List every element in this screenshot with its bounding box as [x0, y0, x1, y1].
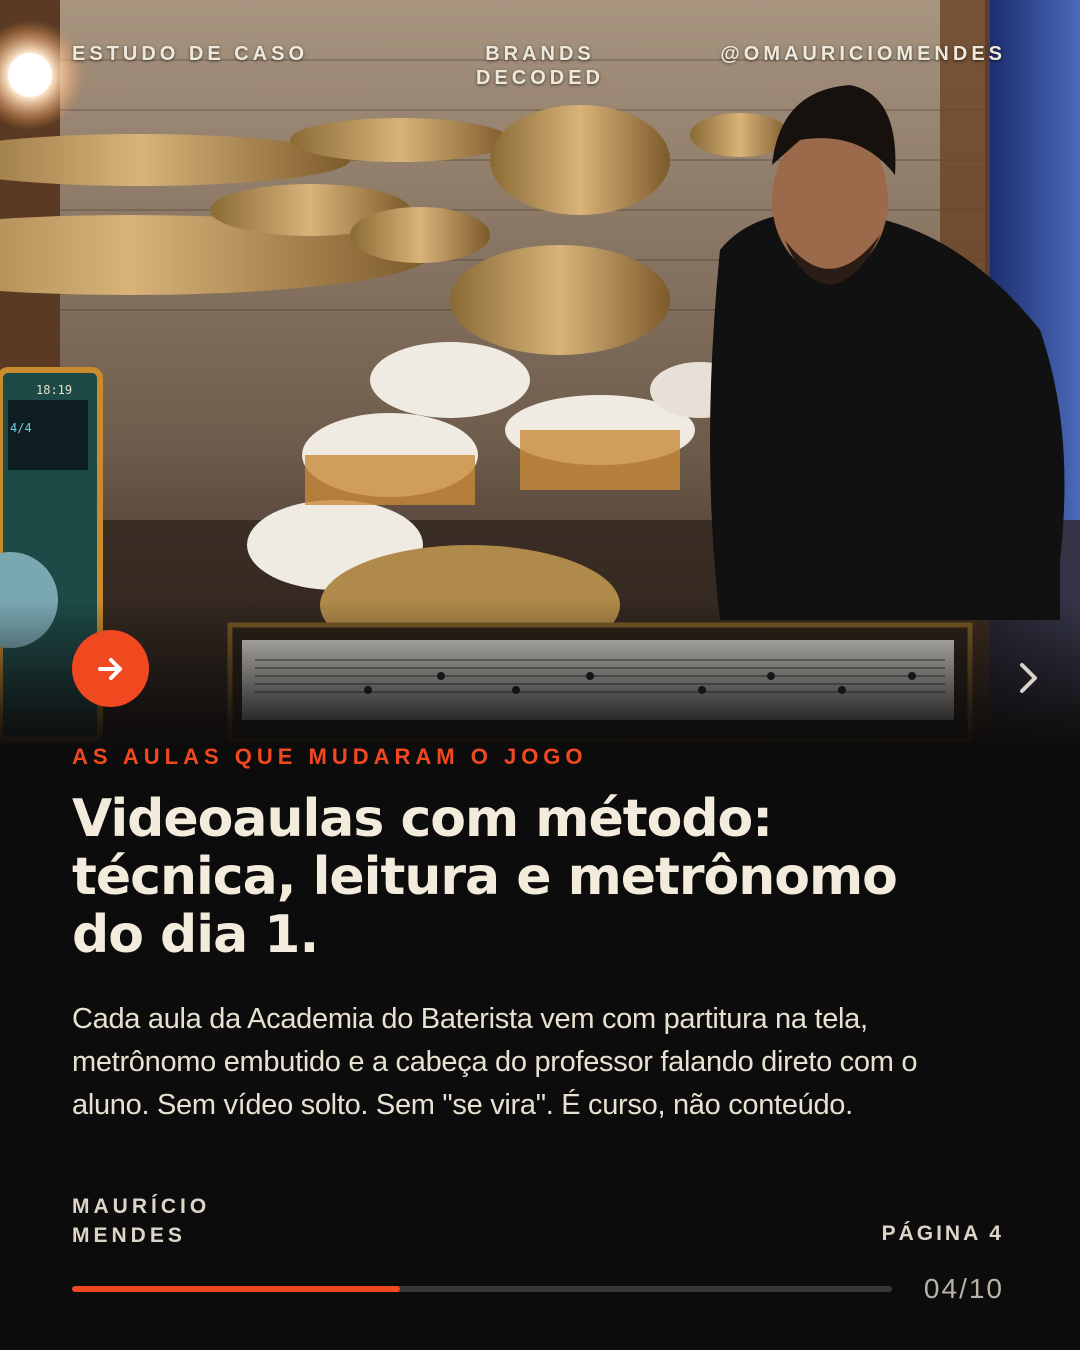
handle-label: @OMAURICIOMENDES — [720, 43, 1006, 65]
brand-title-line1: BRANDS — [485, 43, 595, 65]
body-paragraph: Cada aula da Academia do Baterista vem c… — [72, 1003, 918, 1121]
next-button[interactable] — [72, 630, 149, 707]
case-study-label: ESTUDO DE CASO — [72, 43, 309, 65]
chevron-right-icon — [1020, 663, 1037, 693]
page-counter: 04/10 — [923, 1273, 1004, 1304]
author-last-name: MENDES — [72, 1224, 186, 1247]
page-label: PÁGINA 4 — [881, 1222, 1004, 1245]
arrow-right-icon — [97, 657, 122, 680]
author-first-name: MAURÍCIO — [72, 1195, 211, 1218]
brand-title: BRANDS DECODED — [440, 42, 640, 90]
brand-title-line2: DECODED — [475, 67, 604, 89]
next-slide-chevron[interactable] — [1012, 658, 1044, 698]
hero-photo: 18:19 4/4 — [0, 0, 1080, 745]
screen-signature: 4/4 — [10, 421, 32, 435]
progress-bar — [72, 1286, 892, 1292]
section-eyebrow: AS AULAS QUE MUDARAM O JOGO — [72, 744, 588, 769]
screen-time: 18:19 — [36, 383, 72, 397]
progress-fill — [72, 1286, 400, 1292]
headline: Videoaulas com método: técnica, leitura … — [72, 789, 898, 965]
author-name: MAURÍCIO MENDES — [72, 1192, 272, 1250]
